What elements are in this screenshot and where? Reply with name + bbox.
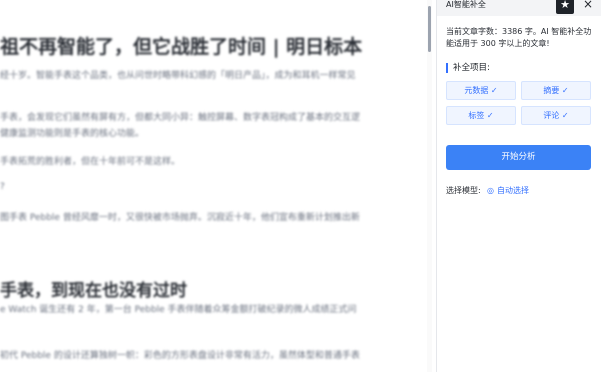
model-label: 选择模型: <box>446 186 481 195</box>
article-background: 祖不再智能了，但它战胜了时间 | 明日标本 经十岁。智能手表这个品类，也从问世时… <box>0 0 432 372</box>
panel-title: AI智能补全 <box>446 0 486 9</box>
tag-metadata[interactable]: 元数据 ✓ <box>446 81 516 100</box>
article-paragraph: ? <box>0 182 5 192</box>
tag-comments[interactable]: 评论 ✓ <box>521 106 591 125</box>
panel-header: AI智能补全 ★ × <box>437 0 601 16</box>
article-paragraph: e Watch 诞生还有 2 年，第一台 Pebble 手表伴随着众筹金额打破纪… <box>0 305 357 315</box>
article-paragraph: 手表拓荒的胜利者，但在十年前可不是这样。 <box>0 157 181 167</box>
article-paragraph: 健康监测功能则是手表的核心功能。 <box>0 129 145 139</box>
word-count-info: 当前文章字数：3386 字。AI 智能补全功能适用于 300 字以上的文章! <box>446 27 592 48</box>
section-title: 补全项目: <box>453 63 490 73</box>
model-select[interactable]: ◎ 自动选择 <box>487 185 529 197</box>
tag-labels[interactable]: 标签 ✓ <box>446 106 516 125</box>
start-analysis-button[interactable]: 开始分析 <box>446 145 591 170</box>
article-subtitle: 手表，到现在也没有过时 <box>0 281 187 301</box>
article-paragraph: 初代 Pebble 的设计还算独树一帜：彩色的方形表盘设计非常有活力，虽然体型和… <box>0 351 360 361</box>
section-accent-bar <box>446 63 448 73</box>
model-select-value: 自动选择 <box>496 186 529 195</box>
close-icon[interactable]: × <box>581 0 595 11</box>
tag-summary[interactable]: 摘要 ✓ <box>521 81 591 100</box>
scrollbar-thumb[interactable] <box>428 6 431 52</box>
article-paragraph: 手表，会发现它们虽然有屏有方，但都大同小异：触控屏幕、数字表冠构成了基本的交互逻 <box>0 113 361 123</box>
article-paragraph: 经十岁。智能手表这个品类，也从问世时略带科幻感的「明日产品」，成为和耳机一样常见 <box>0 71 356 81</box>
ai-completion-panel: AI智能补全 ★ × 当前文章字数：3386 字。AI 智能补全功能适用于 30… <box>437 0 601 372</box>
article-paragraph: 图手表 Pebble 曾经风靡一时，又很快被市场抛弃。沉寂近十年，他们宣布重新计… <box>0 213 360 223</box>
star-icon[interactable]: ★ <box>556 0 574 14</box>
target-icon: ◎ <box>487 186 494 195</box>
scrollbar-track[interactable] <box>427 0 432 372</box>
article-title: 祖不再智能了，但它战胜了时间 | 明日标本 <box>0 36 363 58</box>
